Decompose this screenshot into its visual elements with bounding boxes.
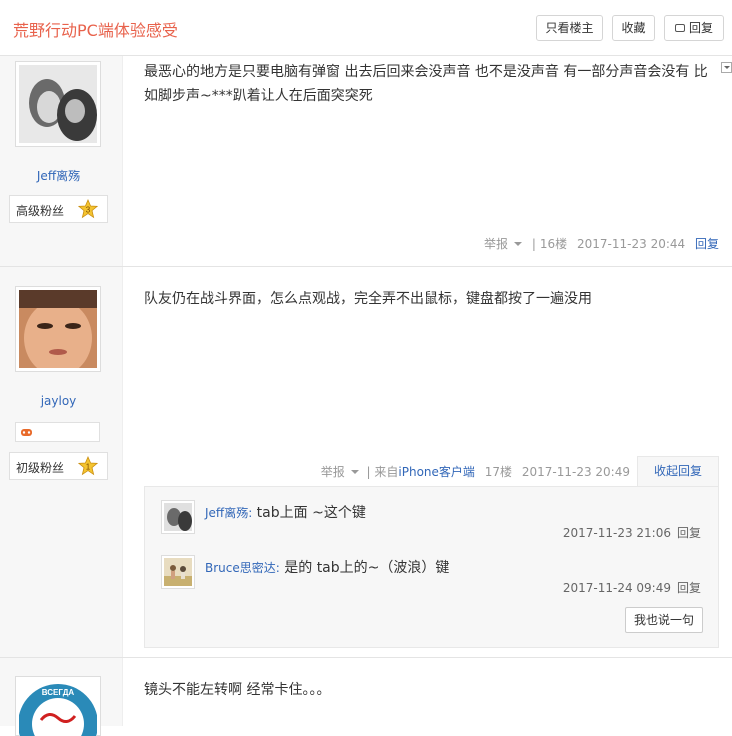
subcomment-time: 2017-11-24 09:49	[562, 581, 671, 595]
thread-header: 荒野行动PC端体验感受 只看楼主 收藏 回复	[0, 0, 732, 56]
subcomment-meta: 2017-11-23 21:06 回复	[563, 524, 701, 541]
subcomment-body: 是的 tab上的~（波浪）键	[279, 560, 450, 576]
subcomment-user[interactable]: Jeff离殇:	[205, 506, 252, 520]
level-name: 初级粉丝	[16, 461, 65, 475]
reply-button[interactable]: 回复	[664, 15, 724, 41]
post-author-sidebar: ВСЕГДА	[0, 658, 123, 736]
avatar-image	[164, 503, 192, 531]
report-label: 举报	[320, 465, 345, 479]
fan-level-badge[interactable]: 高级粉丝 3	[9, 195, 108, 223]
username[interactable]: Jeff离殇	[0, 167, 117, 184]
subcomment-user[interactable]: Bruce思密达:	[205, 561, 280, 575]
subcomment-time: 2017-11-23 21:06	[562, 526, 671, 540]
post-16: Jeff离殇 高级粉丝 3 最恶心的地方是只要电脑有弹窗 出去后回来会没声音 也…	[0, 56, 732, 267]
avatar[interactable]	[15, 61, 101, 147]
post-time: 2017-11-23 20:44	[577, 237, 686, 251]
subcomment-body: tab上面 ~这个键	[252, 505, 366, 521]
thread-title[interactable]: 荒野行动PC端体验感受	[13, 17, 178, 41]
subcomment-panel: Jeff离殇: tab上面 ~这个键 2017-11-23 21:06 回复 Br…	[144, 486, 719, 648]
post-18: ВСЕГДА 镜头不能左转啊 经常卡住。。。	[0, 658, 732, 736]
avatar[interactable]	[161, 555, 195, 589]
avatar-image	[164, 558, 192, 586]
post-time: 2017-11-23 20:49	[521, 465, 630, 479]
subcomment-meta: 2017-11-24 09:49 回复	[563, 579, 701, 596]
only-op-button[interactable]: 只看楼主	[536, 15, 603, 41]
report-label: 举报	[484, 237, 509, 251]
divider: |	[531, 237, 536, 251]
collapse-replies-button[interactable]: 收起回复	[637, 456, 719, 486]
avatar[interactable]	[161, 500, 195, 534]
avatar-image	[19, 65, 97, 143]
level-number: 1	[86, 463, 91, 472]
level-number: 3	[86, 206, 91, 215]
post-content-line: 队友仍在战斗界面，怎么点观战，完全弄不出鼠标，键盘都按了一遍没用	[144, 291, 592, 307]
post-meta: 举报 | 来自iPhone客户端 17楼 2017-11-23 20:49	[315, 463, 630, 480]
report-link[interactable]: 举报	[478, 237, 523, 251]
chevron-down-icon	[514, 242, 523, 246]
post-content-line: 最恶心的地方是只要电脑有弹窗 出去后回来会没声音 也不是没声音 有一部分声音会没…	[144, 64, 708, 80]
source-link[interactable]: iPhone客户端	[398, 465, 475, 479]
reply-button-label: 回复	[688, 21, 713, 35]
subcomment-reply-link[interactable]: 回复	[677, 581, 701, 595]
source-prefix: | 来自	[366, 465, 399, 479]
member-badge-bar	[15, 422, 100, 442]
fan-level-badge[interactable]: 初级粉丝 1	[9, 452, 108, 480]
subcomment-text: Bruce思密达: 是的 tab上的~（波浪）键	[205, 557, 449, 577]
avatar[interactable]	[15, 286, 101, 372]
level-name: 高级粉丝	[16, 204, 65, 218]
gamepad-icon	[21, 429, 32, 436]
post-content-line: 如脚步声~***趴着让人在后面突突死	[144, 88, 373, 104]
subcomment-reply-link[interactable]: 回复	[677, 526, 701, 540]
chevron-down-icon	[350, 470, 359, 474]
comment-icon	[674, 24, 685, 32]
post-author-sidebar: Jeff离殇 高级粉丝 3	[0, 56, 123, 266]
post-meta: 举报 | 16楼 2017-11-23 20:44 回复	[478, 235, 719, 252]
avatar-image: ВСЕГДА	[19, 680, 97, 736]
star-icon: 3	[78, 199, 98, 219]
avatar[interactable]: ВСЕГДА	[15, 676, 101, 736]
username[interactable]: jayloy	[0, 394, 117, 408]
floor-number: 16楼	[539, 237, 568, 251]
add-comment-button[interactable]: 我也说一句	[625, 607, 703, 633]
star-icon: 1	[78, 456, 98, 476]
post-content: 镜头不能左转啊 经常卡住。。。	[144, 678, 330, 702]
post-content: 最恶心的地方是只要电脑有弹窗 出去后回来会没声音 也不是没声音 有一部分声音会没…	[144, 60, 708, 108]
post-content: 队友仍在战斗界面，怎么点观战，完全弄不出鼠标，键盘都按了一遍没用	[144, 287, 592, 311]
report-link[interactable]: 举报	[315, 465, 359, 479]
floor-number: 17楼	[484, 465, 513, 479]
post-content-line: 镜头不能左转啊 经常卡住。。。	[144, 682, 331, 698]
post-author-sidebar: jayloy 初级粉丝 1	[0, 267, 123, 657]
post-reply-link[interactable]: 回复	[695, 237, 719, 251]
subcomment-text: Jeff离殇: tab上面 ~这个键	[205, 502, 366, 522]
favorite-button[interactable]: 收藏	[612, 15, 655, 41]
avatar-image	[19, 290, 97, 368]
avatar-logo-text: ВСЕГДА	[42, 688, 75, 697]
